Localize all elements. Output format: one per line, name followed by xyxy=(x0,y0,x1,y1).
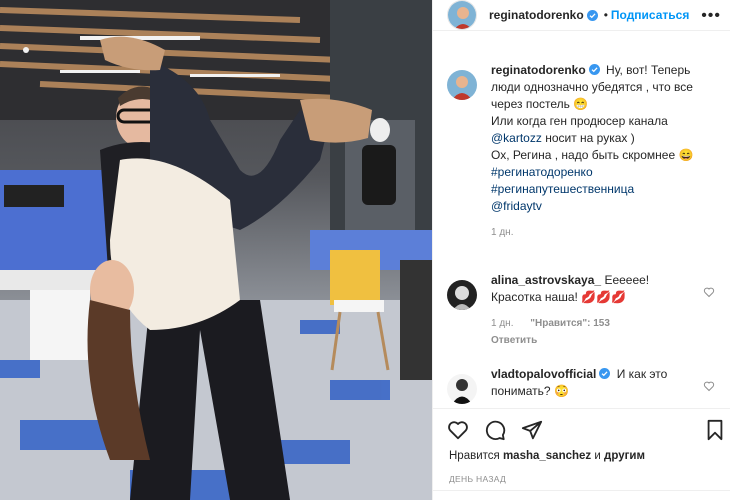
commenter-username[interactable]: vladtopalovofficial xyxy=(491,367,596,381)
comment-like-heart-icon[interactable] xyxy=(703,380,715,392)
caption-line: Ох, Регина , надо быть скромнее xyxy=(491,148,676,162)
comment-text: vladtopalovofficial И как это понимать? … xyxy=(491,366,701,400)
post-sidebar: reginatodorenko • Подписаться ••• regina… xyxy=(432,0,730,500)
grin-emoji: 😁 xyxy=(573,97,589,111)
comment-text: alina_astrovskaya_ Ееееее! Красотка наша… xyxy=(491,272,701,306)
comments-list: reginatodorenko Ну, вот! Теперь люди одн… xyxy=(433,62,730,410)
comment-meta: 1 дн. "Нравится": 153 xyxy=(491,318,701,329)
caption-meta: 1 дн. xyxy=(491,227,701,238)
bookmark-icon[interactable] xyxy=(704,419,726,441)
commenter-username[interactable]: alina_astrovskaya_ xyxy=(491,273,601,287)
post-photo[interactable] xyxy=(0,0,432,500)
post-date[interactable]: День назад xyxy=(449,474,506,484)
author-username[interactable]: reginatodorenko xyxy=(489,8,584,22)
reply-button[interactable]: Ответить xyxy=(491,335,701,346)
comment-item: alina_astrovskaya_ Ееееее! Красотка наша… xyxy=(433,272,730,346)
caption-line: Или когда ген продюсер канала xyxy=(491,114,668,128)
comment-line: Ееееее! xyxy=(604,273,650,287)
hashtag-link[interactable]: #регинатодоренко xyxy=(491,165,593,179)
verified-badge-icon xyxy=(599,368,611,379)
comment-time[interactable]: 1 дн. xyxy=(491,318,513,329)
hashtag-link[interactable]: #регинапутешественница xyxy=(491,182,634,196)
post-image xyxy=(0,0,432,500)
post-header: reginatodorenko • Подписаться ••• xyxy=(433,0,730,31)
likes-others-link[interactable]: другим xyxy=(604,450,645,462)
kiss-emoji: 💋💋💋 xyxy=(581,290,627,304)
separator-dot: • xyxy=(603,8,608,22)
caption-line: люди однозначно убедятся , что все xyxy=(491,80,693,94)
more-dots-icon[interactable]: ••• xyxy=(701,7,721,25)
mention-link[interactable]: @kartozz xyxy=(491,131,542,145)
caption-line: носит на руках ) xyxy=(545,131,635,145)
commenter-avatar[interactable] xyxy=(447,374,477,404)
verified-badge-icon xyxy=(588,64,600,75)
comment-likes-count[interactable]: "Нравится": 153 xyxy=(530,318,610,329)
action-bar xyxy=(433,408,730,446)
author-avatar-small[interactable] xyxy=(447,70,477,100)
divider xyxy=(433,490,730,491)
comment-line: понимать? xyxy=(491,384,551,398)
caption-time[interactable]: 1 дн. xyxy=(491,227,513,238)
heart-icon[interactable] xyxy=(447,419,469,441)
paper-plane-icon[interactable] xyxy=(521,419,543,441)
caption-author[interactable]: reginatodorenko xyxy=(491,63,586,77)
caption-comment: reginatodorenko Ну, вот! Теперь люди одн… xyxy=(433,62,730,238)
flushed-emoji: 😳 xyxy=(553,384,569,398)
comment-bubble-icon[interactable] xyxy=(484,419,506,441)
comment-line: И как это xyxy=(616,367,668,381)
author-avatar[interactable] xyxy=(447,0,477,30)
mention-link[interactable]: @fridaytv xyxy=(491,199,542,213)
likes-summary: Нравится masha_sanchez и другим xyxy=(449,450,645,462)
comment-like-heart-icon[interactable] xyxy=(703,286,715,298)
smile-emoji: 😄 xyxy=(678,148,694,162)
likes-conj: и xyxy=(594,450,601,462)
comment-line: Красотка наша! xyxy=(491,290,578,304)
verified-badge-icon xyxy=(586,9,598,21)
follow-button[interactable]: Подписаться xyxy=(611,8,689,22)
liker-username[interactable]: masha_sanchez xyxy=(503,450,591,462)
caption-line: через постель xyxy=(491,97,570,111)
caption-line: Ну, вот! Теперь xyxy=(606,63,691,77)
comment-item: vladtopalovofficial И как это понимать? … xyxy=(433,366,730,404)
commenter-avatar[interactable] xyxy=(447,280,477,310)
likes-prefix: Нравится xyxy=(449,450,500,462)
caption-text: reginatodorenko Ну, вот! Теперь люди одн… xyxy=(491,62,701,215)
